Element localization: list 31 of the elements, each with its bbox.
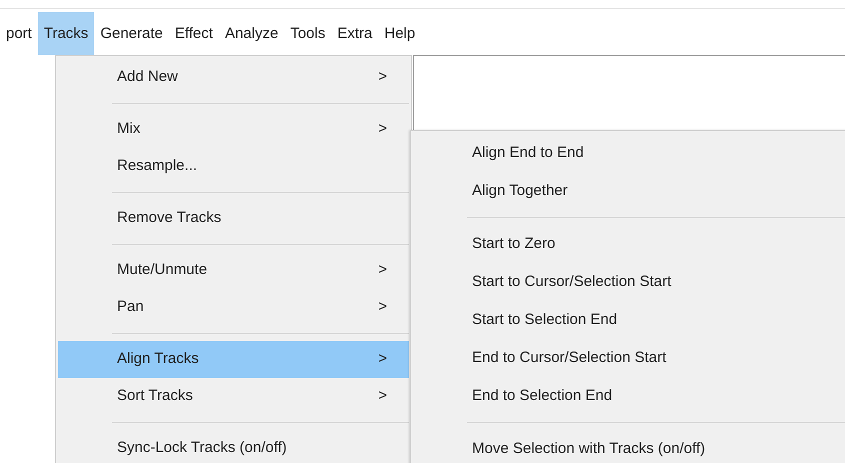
- submenu-arrow-icon: >: [378, 296, 387, 319]
- menu-item[interactable]: Align Tracks >: [58, 341, 409, 378]
- menu-bar-item[interactable]: port: [0, 12, 38, 55]
- menu-bar-item[interactable]: Tools: [284, 12, 332, 55]
- menu-item[interactable]: Sort Tracks >: [58, 378, 409, 415]
- menu-item[interactable]: Start to Selection End: [413, 301, 845, 339]
- menu-item[interactable]: Start to Zero: [413, 225, 845, 263]
- menu-bar-item[interactable]: Help: [378, 12, 422, 55]
- submenu-arrow-icon: >: [378, 118, 387, 141]
- menu-item[interactable]: Move Selection with Tracks (on/off): [413, 430, 845, 463]
- menu-item[interactable]: End to Cursor/Selection Start: [413, 339, 845, 377]
- menu-item[interactable]: Add New >: [58, 59, 409, 96]
- menu-item[interactable]: Sync-Lock Tracks (on/off): [58, 430, 409, 463]
- menu-bar-item[interactable]: Extra: [331, 12, 378, 55]
- menu-bar-item[interactable]: Analyze: [218, 12, 284, 55]
- menu-item[interactable]: Start to Cursor/Selection Start: [413, 263, 845, 301]
- menu-item[interactable]: Align Together: [413, 172, 845, 210]
- submenu-arrow-icon: >: [378, 259, 387, 282]
- menu-bar-item[interactable]: Generate: [94, 12, 169, 55]
- submenu-arrow-icon: >: [378, 66, 387, 89]
- submenu-arrow-icon: >: [378, 385, 387, 408]
- menu-item[interactable]: Pan >: [58, 289, 409, 326]
- menu-item[interactable]: Remove Tracks: [58, 200, 409, 237]
- menu-item[interactable]: End to Selection End: [413, 377, 845, 415]
- menu-bar-item[interactable]: Effect: [168, 12, 219, 55]
- menu-item[interactable]: Mix >: [58, 111, 409, 148]
- menu-bar-item[interactable]: Tracks: [38, 12, 94, 55]
- menu-item[interactable]: Mute/Unmute >: [58, 252, 409, 289]
- menu-item[interactable]: Resample...: [58, 148, 409, 185]
- submenu-arrow-icon: >: [378, 348, 387, 371]
- menu-item[interactable]: Align End to End: [413, 134, 845, 172]
